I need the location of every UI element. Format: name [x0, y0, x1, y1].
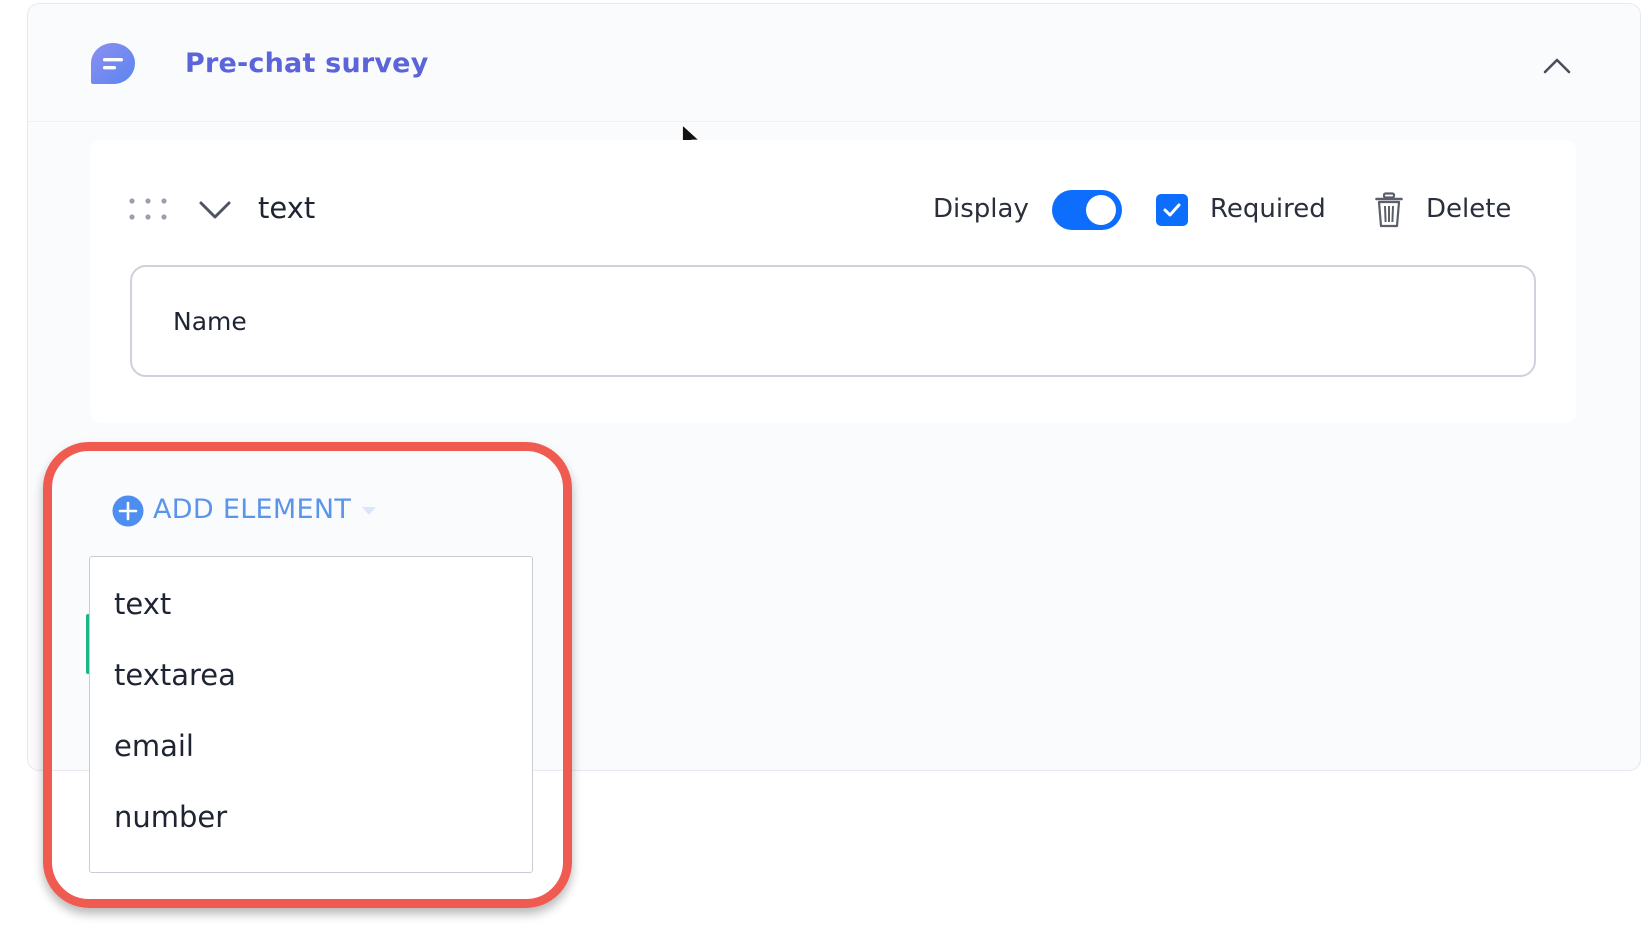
field-name-input[interactable]	[130, 265, 1536, 377]
panel-header[interactable]: Pre-chat survey	[28, 4, 1640, 122]
field-card: text Display Required Delete	[90, 140, 1576, 423]
element-type-dropdown: text textarea email number	[89, 556, 533, 873]
chevron-up-icon[interactable]	[1542, 54, 1572, 76]
delete-button[interactable]: Delete	[1426, 194, 1511, 224]
toggle-knob	[1086, 195, 1116, 225]
panel-title: Pre-chat survey	[185, 48, 429, 79]
drag-handle-icon[interactable]	[128, 197, 172, 221]
caret-down-icon	[362, 507, 376, 515]
chevron-down-icon[interactable]	[198, 199, 232, 221]
required-label: Required	[1210, 194, 1326, 224]
required-checkbox[interactable]	[1156, 194, 1188, 226]
chat-bubble-icon	[91, 43, 135, 84]
plus-circle-icon	[112, 495, 144, 527]
dropdown-option-textarea[interactable]: textarea	[114, 658, 236, 692]
add-element-label: ADD ELEMENT	[153, 494, 352, 525]
display-toggle[interactable]	[1052, 190, 1122, 230]
dropdown-option-text[interactable]: text	[114, 587, 171, 621]
trash-icon[interactable]	[1375, 192, 1403, 228]
dropdown-option-number[interactable]: number	[114, 800, 227, 834]
field-type-label: text	[258, 191, 316, 225]
dropdown-option-email[interactable]: email	[114, 729, 194, 763]
display-label: Display	[933, 194, 1029, 224]
checkmark-icon	[1163, 203, 1181, 217]
